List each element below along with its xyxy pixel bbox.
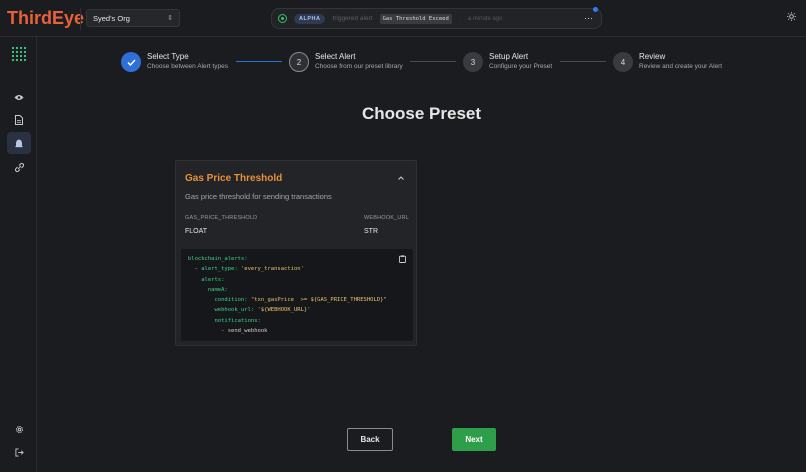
- clipboard-icon[interactable]: [399, 255, 406, 267]
- code-value: send_webhook: [227, 328, 268, 335]
- divider: [80, 8, 81, 30]
- logout-icon: [14, 447, 24, 457]
- param-name: GAS_PRICE_THRESHOLD: [185, 215, 258, 221]
- sidebar: [0, 37, 37, 472]
- page-title: Choose Preset: [361, 104, 482, 123]
- step-connector: [410, 61, 456, 62]
- step-number: 3: [463, 52, 483, 72]
- code-key: alert_type:: [201, 266, 241, 273]
- notification-time: a minute ago: [467, 15, 503, 22]
- logo-icon[interactable]: [11, 46, 27, 62]
- code-key: condition:: [214, 297, 251, 304]
- step-setup-alert[interactable]: 3 Setup Alert Configure your Preset: [463, 52, 552, 72]
- step-subtitle: Review and create your Alert: [639, 63, 723, 70]
- nav-links[interactable]: [7, 156, 31, 178]
- unread-dot: [593, 7, 598, 12]
- code-key: nameA:: [207, 286, 228, 293]
- param-name: WEBHOOK_URL: [364, 215, 409, 221]
- live-status-icon: [278, 14, 287, 23]
- step-subtitle: Configure your Preset: [489, 63, 553, 70]
- step-title: Setup Alert: [489, 52, 529, 61]
- step-connector: [560, 61, 606, 62]
- alert-icon: [15, 139, 23, 147]
- code-value: "txn_gasPrice >= ${GAS_PRICE_THRESHOLD}": [250, 297, 387, 304]
- nav-alerts[interactable]: [7, 132, 31, 154]
- code-value: '${WEBHOOK_URL}': [257, 307, 311, 314]
- step-select-type[interactable]: Select Type Choose between Alert types: [121, 52, 228, 72]
- link-icon: [14, 162, 24, 172]
- code-value: 'every_transaction': [241, 266, 304, 273]
- step-complete-check-icon: [121, 52, 141, 72]
- next-button[interactable]: Next: [452, 428, 496, 451]
- param-type: STR: [364, 228, 378, 235]
- step-subtitle: Choose from our preset library: [315, 63, 403, 70]
- notification-separator: ·: [458, 15, 461, 22]
- code-key: notifications:: [214, 317, 261, 324]
- code-dash: -: [221, 328, 228, 335]
- back-button[interactable]: Back: [347, 428, 393, 451]
- step-number: 2: [289, 52, 309, 72]
- step-subtitle: Choose between Alert types: [147, 63, 228, 70]
- nav-settings[interactable]: [7, 418, 31, 440]
- notification-bar[interactable]: ALPHA triggered alert Gas Threshold Exce…: [271, 7, 602, 29]
- org-name: Syed's Org: [93, 13, 130, 23]
- step-review[interactable]: 4 Review Review and create your Alert: [613, 52, 722, 72]
- step-select-alert[interactable]: 2 Select Alert Choose from our preset li…: [289, 52, 403, 72]
- nav-logout[interactable]: [7, 441, 31, 463]
- code-key: webhook_url:: [214, 307, 258, 314]
- chevron-updown-icon: ⇕: [167, 15, 173, 22]
- top-bar: ThirdEye Syed's Org ⇕ ALPHA triggered al…: [0, 0, 806, 37]
- notification-badge: ALPHA: [294, 13, 326, 24]
- preset-title: Gas Price Threshold: [185, 173, 283, 184]
- step-title: Select Type: [147, 52, 189, 61]
- step-number: 4: [613, 52, 633, 72]
- chevron-up-icon[interactable]: [398, 175, 404, 182]
- code-key: blockchain_alerts:: [188, 256, 248, 262]
- step-connector: [236, 61, 282, 62]
- settings-icon: [15, 425, 23, 433]
- app-title: ThirdEye: [7, 8, 85, 28]
- org-selector[interactable]: Syed's Org ⇕: [86, 9, 180, 27]
- theme-toggle-sun-icon[interactable]: [787, 12, 796, 24]
- eye-icon: [14, 94, 24, 100]
- preset-description: Gas price threshold for sending transact…: [185, 192, 332, 201]
- code-key: alerts:: [201, 276, 225, 283]
- more-icon[interactable]: ⋯: [584, 13, 593, 24]
- config-code-block: blockchain_alerts: - alert_type: 'every_…: [181, 249, 413, 341]
- notification-text: triggered alert: [332, 15, 373, 22]
- step-title: Select Alert: [315, 52, 356, 61]
- preset-card[interactable]: Gas Price Threshold Gas price threshold …: [175, 160, 417, 346]
- alert-name-badge: Gas Threshold Exceed: [379, 13, 452, 24]
- param-type: FLOAT: [185, 228, 208, 235]
- step-title: Review: [639, 52, 666, 61]
